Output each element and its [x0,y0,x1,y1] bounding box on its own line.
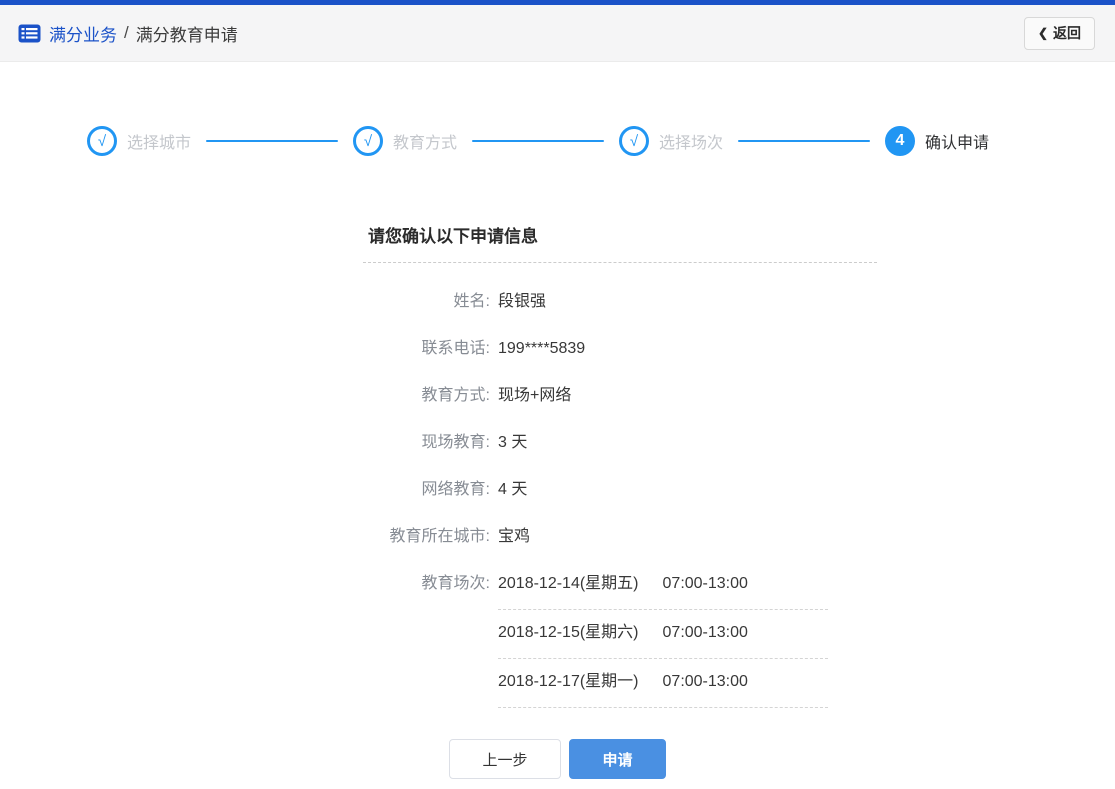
session-value: 2018-12-14(星期五) 07:00-13:00 [498,572,828,610]
field-value: 现场+网络 [498,387,572,404]
form-actions: 上一步 申请 [0,739,1115,779]
field-label: 教育场次: [421,575,490,592]
field-label: 教育所在城市: [389,528,490,545]
field-label [363,670,490,719]
step-1-label: 选择城市 [127,135,192,152]
session-date: 2018-12-15(星期六) [498,624,639,641]
step-2-check-icon: √ [353,126,383,156]
step-connector [472,140,604,142]
field-value: 段银强 [498,293,547,310]
breadcrumb-current: 满分教育申请 [135,25,238,45]
step-4-label: 确认申请 [925,135,990,152]
field-label: 现场教育: [421,434,490,451]
field-label: 姓名: [453,293,490,310]
breadcrumb-separator: / [124,23,129,42]
app-header: 满分业务 / 满分教育申请 ❮ 返回 [0,5,1115,62]
step-connector [206,140,338,142]
previous-step-button[interactable]: 上一步 [449,739,561,779]
field-row-online-days: 网络教育: 4 天 [363,478,877,502]
field-row-name: 姓名: 段银强 [363,290,877,314]
breadcrumb-root-link[interactable]: 满分业务 [49,21,117,46]
field-row-education-method: 教育方式: 现场+网络 [363,384,877,408]
session-time: 07:00-13:00 [662,575,748,592]
field-value: 4 天 [498,481,528,498]
stepper: √ 选择城市 √ 教育方式 √ 选择场次 4 确认申请 [0,126,1115,156]
field-value: 199****5839 [498,340,586,357]
back-button-label: 返回 [1053,25,1081,41]
session-time: 07:00-13:00 [662,624,748,641]
field-value: 宝鸡 [498,528,531,545]
step-select-session: √ 选择场次 [619,126,723,156]
apply-button[interactable]: 申请 [569,739,666,779]
field-value: 3 天 [498,434,528,451]
session-date: 2018-12-17(星期一) [498,673,639,690]
breadcrumb: 满分业务 / 满分教育申请 [18,21,238,46]
step-2-label: 教育方式 [393,135,458,152]
back-button[interactable]: ❮ 返回 [1023,16,1095,50]
confirmation-form: 请您确认以下申请信息 姓名: 段银强 联系电话: 199****5839 教育方… [363,222,877,719]
form-title: 请您确认以下申请信息 [368,227,538,246]
field-label: 网络教育: [421,481,490,498]
field-row-phone: 联系电话: 199****5839 [363,337,877,361]
step-select-city: √ 选择城市 [87,126,191,156]
step-3-check-icon: √ [619,126,649,156]
step-connector [738,140,870,142]
form-divider [363,262,877,263]
step-1-check-icon: √ [87,126,117,156]
field-row-city: 教育所在城市: 宝鸡 [363,525,877,549]
session-time: 07:00-13:00 [662,673,748,690]
session-value: 2018-12-15(星期六) 07:00-13:00 [498,621,828,659]
field-label: 联系电话: [421,340,490,357]
session-row: 教育场次: 2018-12-14(星期五) 07:00-13:00 [363,572,877,621]
field-label: 教育方式: [421,387,490,404]
step-confirm-application: 4 确认申请 [885,126,989,156]
session-value: 2018-12-17(星期一) 07:00-13:00 [498,670,828,708]
chevron-left-icon: ❮ [1037,26,1048,40]
field-label [363,621,490,670]
step-3-label: 选择场次 [659,135,724,152]
list-icon [18,22,41,45]
session-row: 2018-12-17(星期一) 07:00-13:00 [363,670,877,719]
session-date: 2018-12-14(星期五) [498,575,639,592]
step-education-method: √ 教育方式 [353,126,457,156]
step-4-number-badge: 4 [885,126,915,156]
session-row: 2018-12-15(星期六) 07:00-13:00 [363,621,877,670]
field-row-onsite-days: 现场教育: 3 天 [363,431,877,455]
